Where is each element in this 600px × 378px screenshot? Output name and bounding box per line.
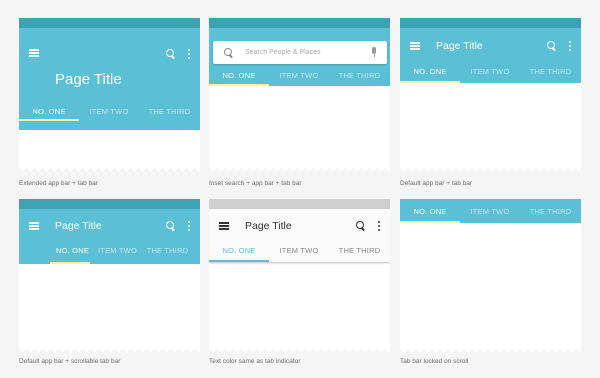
tab-no-one[interactable]: NO. ONE — [400, 207, 460, 216]
more-vert-icon[interactable] — [378, 221, 381, 231]
page-title: Page Title — [245, 220, 292, 232]
tab-indicator — [209, 260, 269, 262]
torn-edge — [19, 166, 200, 172]
search-placeholder: Search People & Places — [245, 49, 321, 56]
tab-no-one[interactable]: NO. ONE — [400, 67, 460, 76]
more-vert-icon[interactable] — [188, 49, 191, 59]
more-vert-icon[interactable] — [569, 41, 572, 51]
menu-icon[interactable] — [29, 222, 39, 230]
page-title: Page Title — [436, 40, 483, 52]
tab-the-third[interactable]: THE THIRD — [520, 67, 581, 76]
tab-item-two[interactable]: ITEM TWO — [460, 67, 520, 76]
status-bar — [400, 18, 581, 28]
card-locked-tab-bar: NO. ONE ITEM TWO THE THIRD — [400, 199, 581, 353]
caption: Default app bar + tab bar — [400, 180, 473, 187]
torn-edge — [209, 166, 390, 172]
card-default-app-bar: Page Title NO. ONE ITEM TWO THE THIRD — [400, 18, 581, 172]
menu-icon[interactable] — [410, 42, 420, 50]
tab-item-two[interactable]: ITEM TWO — [269, 71, 329, 80]
status-bar — [209, 18, 390, 28]
page-title: Page Title — [55, 220, 102, 232]
torn-edge — [209, 347, 390, 353]
menu-icon[interactable] — [29, 49, 39, 57]
card-inset-search: Search People & Places NO. ONE ITEM TWO … — [209, 18, 390, 172]
app-bar: Page Title NO. ONE ITEM TWO THE THIRD — [209, 209, 390, 262]
extended-app-bar: Page Title NO. ONE ITEM TWO THE THIRD — [19, 28, 200, 130]
tab-the-third[interactable]: THE THIRD — [520, 207, 581, 216]
app-bar: Page Title NO. ONE ITEM TWO THE THIRD — [400, 28, 581, 83]
tab-no-one[interactable]: NO. ONE — [209, 246, 269, 255]
tab-indicator — [400, 81, 460, 83]
page-title: Page Title — [55, 71, 122, 88]
tab-item-two[interactable]: ITEM TWO — [269, 246, 329, 255]
tab-no-one[interactable]: NO. ONE — [50, 246, 95, 255]
more-vert-icon[interactable] — [188, 221, 191, 231]
app-bar: Page Title NO. ONE ITEM TWO THE THIRD — [19, 209, 200, 264]
tab-the-third[interactable]: THE THIRD — [329, 71, 390, 80]
caption: Text color same as tab indicator — [209, 358, 301, 365]
caption: Inset search + app bar + tab bar — [209, 180, 302, 187]
caption: Extended app bar + tab bar — [19, 180, 98, 187]
search-input[interactable]: Search People & Places — [213, 41, 387, 64]
torn-edge — [400, 347, 581, 353]
search-icon[interactable] — [166, 49, 175, 58]
search-icon — [224, 48, 233, 57]
search-icon[interactable] — [547, 41, 556, 50]
tab-item-two[interactable]: ITEM TWO — [95, 246, 140, 255]
tab-the-third[interactable]: THE THIRD — [139, 107, 200, 116]
card-extended-app-bar: Page Title NO. ONE ITEM TWO THE THIRD — [19, 18, 200, 172]
search-icon[interactable] — [356, 221, 365, 230]
status-bar — [19, 199, 200, 209]
tab-the-third[interactable]: THE THIRD — [140, 246, 195, 255]
card-light-app-bar: Page Title NO. ONE ITEM TWO THE THIRD — [209, 199, 390, 353]
tab-the-third[interactable]: THE THIRD — [329, 246, 390, 255]
torn-edge — [400, 166, 581, 172]
status-bar — [209, 199, 390, 209]
status-bar — [19, 18, 200, 28]
tab-no-one[interactable]: NO. ONE — [19, 107, 79, 116]
tab-bar: NO. ONE ITEM TWO THE THIRD — [400, 199, 581, 223]
caption: Tab bar locked on scroll — [400, 358, 469, 365]
menu-icon[interactable] — [219, 222, 229, 230]
tab-no-one[interactable]: NO. ONE — [209, 71, 269, 80]
torn-edge — [19, 347, 200, 353]
mic-icon[interactable] — [371, 47, 377, 58]
search-icon[interactable] — [166, 221, 175, 230]
tab-indicator — [50, 262, 90, 264]
caption: Default app bar + scrollable tab bar — [19, 358, 121, 365]
app-bar: Search People & Places NO. ONE ITEM TWO … — [209, 28, 390, 86]
tab-indicator — [19, 119, 79, 121]
tab-indicator — [400, 221, 460, 223]
tab-item-two[interactable]: ITEM TWO — [460, 207, 520, 216]
tab-item-two[interactable]: ITEM TWO — [79, 107, 139, 116]
tab-indicator — [209, 84, 269, 86]
card-scrollable-tab-bar: Page Title NO. ONE ITEM TWO THE THIRD — [19, 199, 200, 353]
